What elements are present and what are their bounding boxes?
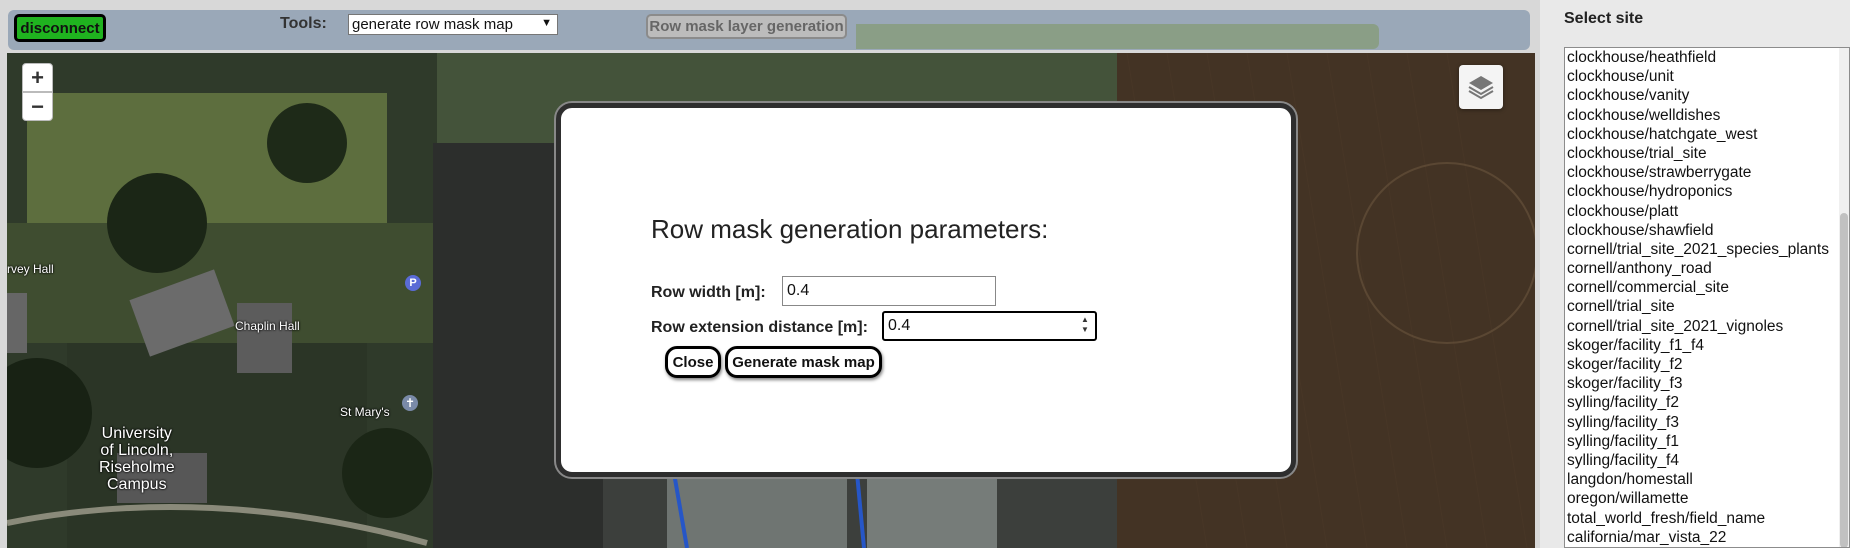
site-list-item[interactable]: clockhouse/trial_site (1565, 144, 1849, 163)
site-list-item[interactable]: total_world_fresh/field_name (1565, 509, 1849, 528)
campus-label-line: of Lincoln, (100, 442, 174, 459)
scrollbar[interactable] (1839, 48, 1849, 547)
site-list-item[interactable]: clockhouse/vanity (1565, 86, 1849, 105)
site-list-item[interactable]: cornell/commercial_site (1565, 278, 1849, 297)
site-list-item[interactable]: clockhouse/hydroponics (1565, 182, 1849, 201)
site-list-item[interactable]: clockhouse/welldishes (1565, 106, 1849, 125)
site-list-item[interactable]: california/mar_vista_22 (1565, 528, 1849, 547)
row-extension-input[interactable]: 0.4 ▲ ▼ (882, 311, 1097, 341)
map-label-st-marys: St Mary's (340, 405, 390, 419)
church-icon: ✝ (402, 395, 418, 411)
site-list-item[interactable]: sylling/facility_f3 (1565, 413, 1849, 432)
site-list-item[interactable]: sylling/facility_f4 (1565, 451, 1849, 470)
site-list-item[interactable]: cornell/anthony_road (1565, 259, 1849, 278)
site-list-item[interactable]: skoger/facility_f2 (1565, 355, 1849, 374)
site-list-item[interactable]: skoger/facility_f3 (1565, 374, 1849, 393)
site-panel: Select site clockhouse/heathfield clockho… (1540, 0, 1850, 548)
zoom-out-button[interactable]: − (22, 92, 53, 121)
dialog-title: Row mask generation parameters: (651, 214, 1049, 244)
site-list-item[interactable]: cornell/trial_site_2021_species_plants (1565, 240, 1849, 259)
disconnect-button[interactable]: disconnect (14, 14, 106, 42)
zoom-in-button[interactable]: + (22, 63, 53, 92)
site-list-item[interactable]: clockhouse/shawfield (1565, 221, 1849, 240)
scrollbar-thumb[interactable] (1840, 213, 1848, 547)
site-list-item[interactable]: clockhouse/unit (1565, 67, 1849, 86)
parking-icon: P (405, 275, 421, 291)
campus-label-line: Campus (107, 476, 167, 493)
campus-label-line: Riseholme (99, 459, 175, 476)
row-width-input[interactable]: 0.4 (782, 276, 996, 306)
site-list-item[interactable]: sylling/facility_f2 (1565, 393, 1849, 412)
site-list-item[interactable]: sylling/facility_f1 (1565, 432, 1849, 451)
generate-mask-map-button[interactable]: Generate mask map (725, 346, 882, 378)
row-width-label: Row width [m]: (651, 284, 766, 301)
site-list-item[interactable]: skoger/facility_f1_f4 (1565, 336, 1849, 355)
row-extension-value: 0.4 (888, 317, 911, 334)
layers-icon (1468, 76, 1494, 100)
site-list[interactable]: clockhouse/heathfield clockhouse/unit cloc… (1564, 47, 1850, 548)
row-mask-parameters-dialog: Row mask generation parameters: Row widt… (556, 103, 1296, 477)
site-list-item[interactable]: cornell/trial_site (1565, 297, 1849, 316)
row-extension-label: Row extension distance [m]: (651, 319, 868, 336)
map-label-campus: University of Lincoln, Riseholme Campus (99, 425, 175, 493)
tools-select[interactable]: generate row mask map ▼ (348, 14, 558, 35)
site-list-item[interactable]: clockhouse/platt (1565, 202, 1849, 221)
map-label-harvey-hall: rvey Hall (7, 262, 54, 276)
spinner-arrows-icon[interactable]: ▲ ▼ (1079, 315, 1091, 337)
campus-label-line: University (101, 425, 172, 442)
site-list-item[interactable]: clockhouse/strawberrygate (1565, 163, 1849, 182)
layers-button[interactable] (1459, 65, 1503, 109)
chevron-down-icon: ▼ (541, 17, 552, 29)
site-list-item[interactable]: langdon/homestall (1565, 470, 1849, 489)
row-mask-layer-generation-button[interactable]: Row mask layer generation (646, 14, 847, 39)
tools-label: Tools: (280, 15, 327, 32)
tools-select-value: generate row mask map (352, 16, 513, 33)
select-site-label: Select site (1564, 10, 1644, 27)
app-window: + − rvey Hall Chaplin Hall St Mary's P ✝… (0, 0, 1850, 548)
main-area: + − rvey Hall Chaplin Hall St Mary's P ✝… (0, 0, 1540, 548)
site-list-item[interactable]: clockhouse/heathfield (1565, 48, 1849, 67)
site-list-item[interactable]: cornell/trial_site_2021_vignoles (1565, 317, 1849, 336)
site-list-item[interactable]: clockhouse/hatchgate_west (1565, 125, 1849, 144)
site-list-item[interactable]: oregon/willamette (1565, 489, 1849, 508)
progress-bar (856, 24, 1379, 49)
map-label-chaplin-hall: Chaplin Hall (235, 319, 300, 333)
site-items: clockhouse/heathfield clockhouse/unit cloc… (1565, 48, 1849, 547)
close-button[interactable]: Close (665, 346, 721, 378)
